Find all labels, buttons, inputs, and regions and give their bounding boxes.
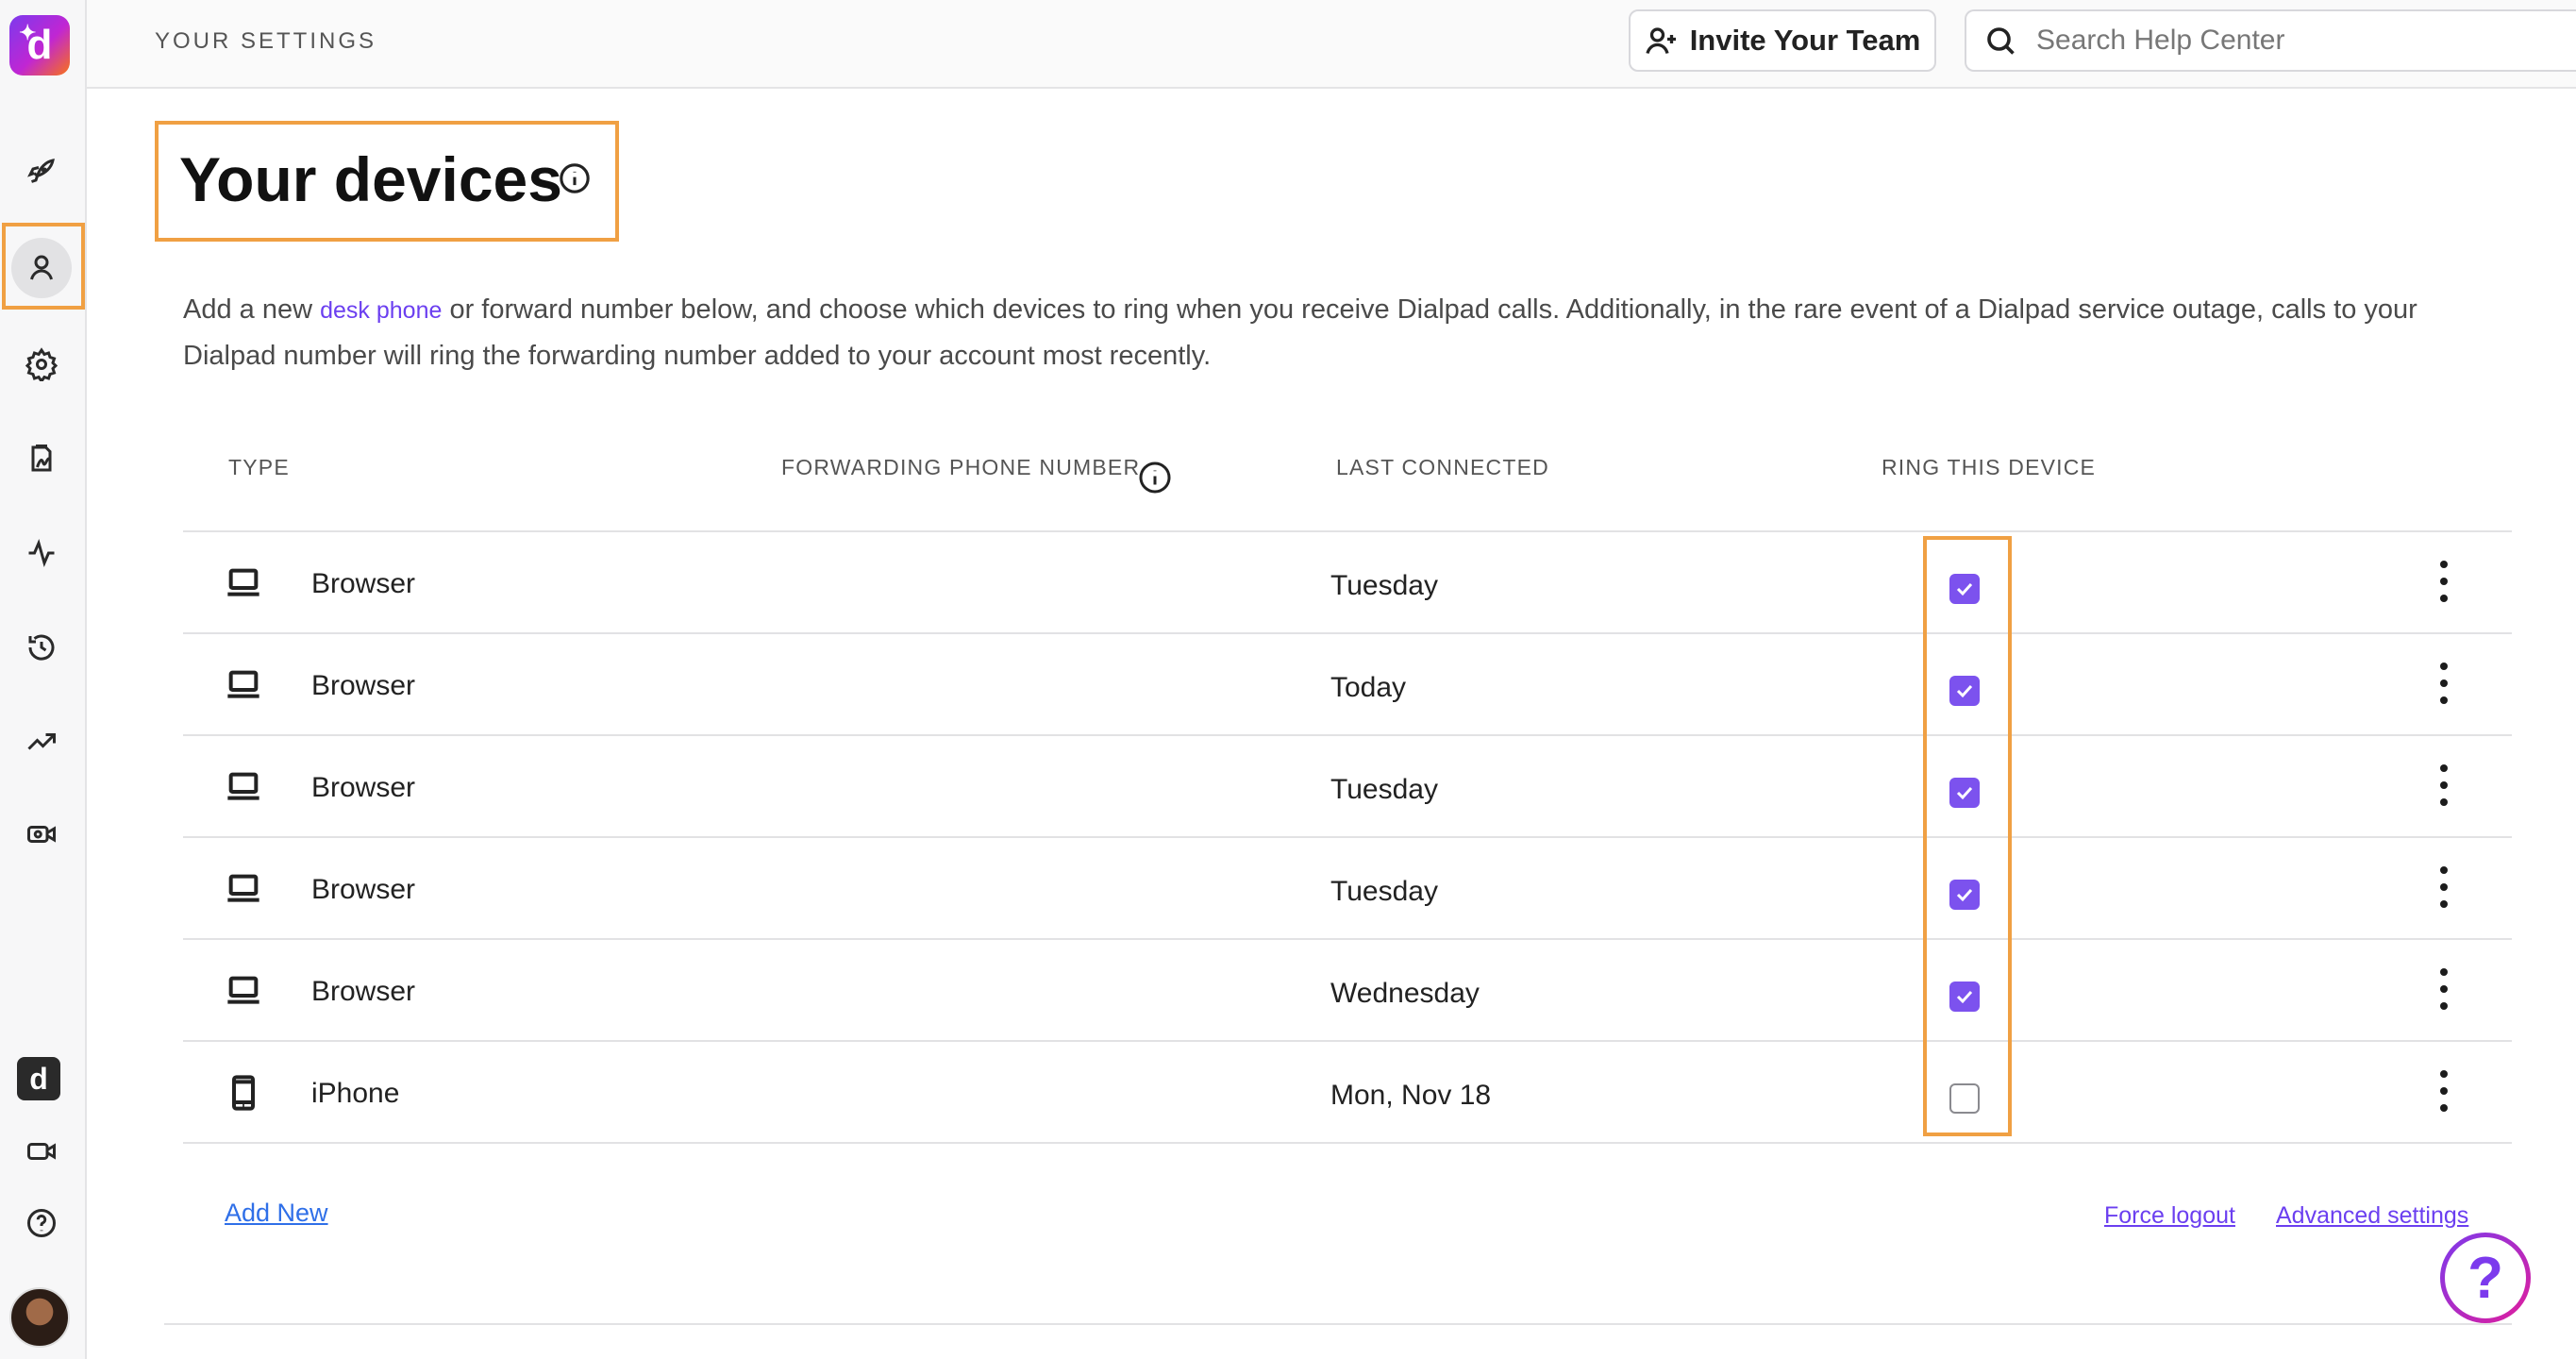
laptop-icon — [225, 972, 262, 1010]
app-window: ✦ d d YOUR SETTINGS Invite Your Team Sea… — [0, 0, 2576, 1359]
last-connected: Wednesday — [1330, 978, 1480, 1009]
table-row: Browser Tuesday — [183, 736, 2512, 838]
row-menu-button[interactable] — [2429, 861, 2459, 914]
last-connected: Mon, Nov 18 — [1330, 1080, 1492, 1111]
column-header-forwarding: FORWARDING PHONE NUMBER — [781, 455, 1141, 479]
row-menu-button[interactable] — [2429, 1065, 2459, 1117]
device-type: Browser — [311, 772, 416, 803]
laptop-icon — [225, 666, 262, 704]
section-divider — [164, 1323, 2512, 1325]
help-icon[interactable] — [11, 1193, 72, 1253]
gear-icon[interactable] — [11, 334, 72, 394]
add-user-icon — [1646, 27, 1676, 55]
contacts-icon[interactable] — [11, 428, 72, 489]
column-header-ring: RING THIS DEVICE — [1882, 455, 2097, 479]
ring-column-highlight-box — [1923, 536, 2012, 1136]
laptop-icon — [225, 768, 262, 806]
invite-team-button[interactable]: Invite Your Team — [1629, 9, 1936, 72]
video-icon[interactable] — [11, 1121, 72, 1182]
forwarding-info-icon[interactable] — [1138, 461, 1172, 495]
last-connected: Tuesday — [1330, 876, 1438, 907]
last-connected: Tuesday — [1330, 774, 1438, 805]
search-icon — [1987, 27, 2015, 55]
dialpad-logo[interactable]: ✦ d — [9, 15, 70, 76]
breadcrumb: YOUR SETTINGS — [155, 28, 377, 54]
row-menu-button[interactable] — [2429, 759, 2459, 812]
rocket-icon[interactable] — [11, 142, 72, 202]
table-row: iPhone Mon, Nov 18 — [183, 1042, 2512, 1144]
column-header-last-connected: LAST CONNECTED — [1336, 455, 1549, 479]
force-logout-link[interactable]: Force logout — [2104, 1202, 2235, 1230]
device-type: Browser — [311, 568, 416, 599]
history-icon[interactable] — [11, 617, 72, 678]
table-row: Browser Today — [183, 634, 2512, 736]
info-icon[interactable] — [559, 162, 591, 194]
phone-icon — [225, 1074, 262, 1112]
page-title: Your devices — [179, 144, 562, 214]
description-end: or forward number below, and choose whic… — [183, 294, 2417, 371]
description-start: Add a new — [183, 294, 321, 325]
left-sidebar: ✦ d d — [0, 0, 87, 1359]
top-bar: YOUR SETTINGS Invite Your Team — [87, 0, 2576, 89]
row-menu-button[interactable] — [2429, 555, 2459, 608]
device-type: iPhone — [311, 1078, 400, 1109]
page-description: Add a new desk phone or forward number b… — [183, 287, 2504, 378]
row-menu-button[interactable] — [2429, 657, 2459, 710]
search-box[interactable] — [1965, 9, 2576, 72]
highlight-box — [2, 223, 85, 310]
video-settings-icon[interactable] — [11, 804, 72, 864]
dialpad-ai-icon[interactable]: d — [17, 1057, 60, 1100]
device-type: Browser — [311, 976, 416, 1007]
device-type: Browser — [311, 874, 416, 905]
laptop-icon — [225, 870, 262, 908]
trending-icon[interactable] — [11, 712, 72, 772]
table-row: Browser Tuesday — [183, 532, 2512, 634]
table-row: Browser Wednesday — [183, 940, 2512, 1042]
device-type: Browser — [311, 670, 416, 701]
advanced-settings-link[interactable]: Advanced settings — [2276, 1202, 2468, 1230]
desk-phone-link[interactable]: desk phone — [320, 297, 442, 324]
laptop-icon — [225, 564, 262, 602]
invite-team-label: Invite Your Team — [1689, 24, 1921, 57]
last-connected: Tuesday — [1330, 570, 1438, 601]
search-input[interactable] — [2036, 25, 2546, 57]
add-new-link[interactable]: Add New — [225, 1199, 328, 1228]
avatar[interactable] — [9, 1287, 70, 1348]
table-divider — [183, 1142, 2512, 1144]
last-connected: Today — [1330, 672, 1407, 703]
column-header-type: TYPE — [228, 455, 290, 479]
table-row: Browser Tuesday — [183, 838, 2512, 940]
activity-icon[interactable] — [11, 523, 72, 583]
row-menu-button[interactable] — [2429, 963, 2459, 1015]
help-fab-button[interactable]: ? — [2440, 1233, 2531, 1323]
